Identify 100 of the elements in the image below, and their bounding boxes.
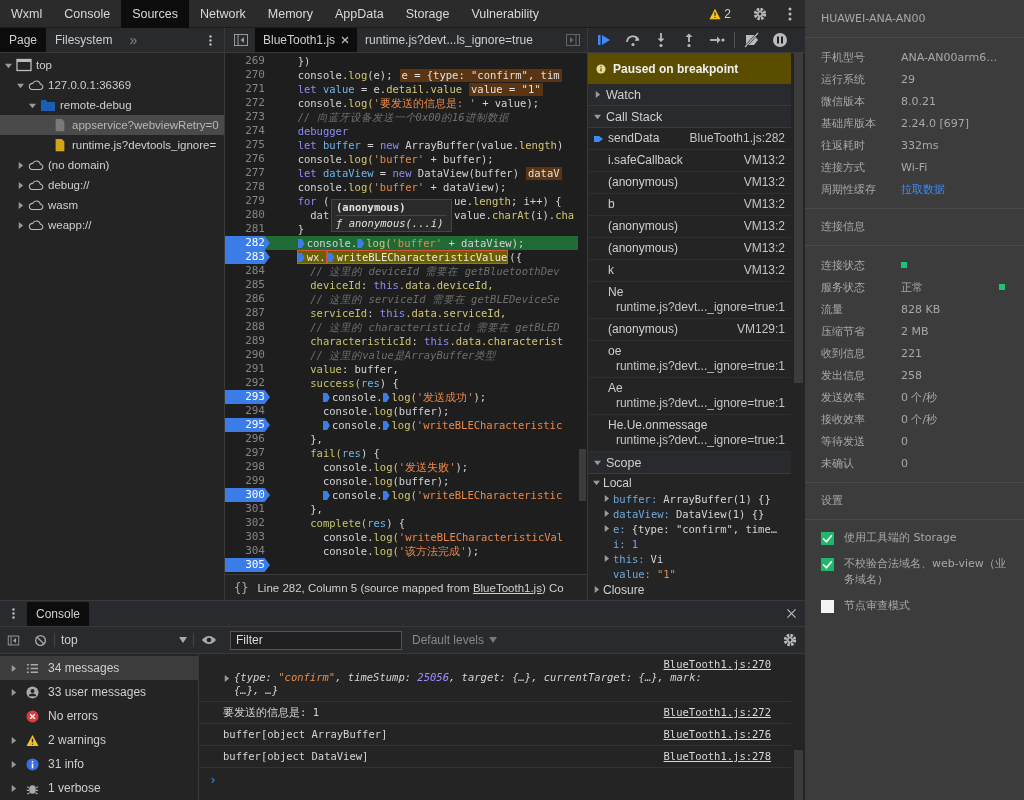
deactivate-breakpoints-icon[interactable] [743,32,761,48]
checkbox[interactable] [821,558,834,571]
file-tab[interactable]: runtime.js?devt...ls_ignore=true [357,28,541,52]
call-frame[interactable]: i.safeCallback VM13:2 [588,150,791,172]
breakpoint-marker[interactable]: 295 [225,418,270,432]
line-number[interactable]: 304 [225,544,270,558]
message-filter-item[interactable]: 33 user messages [0,680,198,704]
expand-arrow-icon[interactable] [593,479,600,486]
sidebar-toggle-icon[interactable] [7,633,20,647]
navigator-tab[interactable]: Page [0,28,47,52]
expand-arrow-icon[interactable] [10,664,17,672]
section-header[interactable]: Call Stack [588,106,791,128]
line-number[interactable]: 277 [225,166,270,180]
breakpoint-marker[interactable]: 293 [225,390,270,404]
message-filter-item[interactable]: 31 info [0,752,198,776]
line-number[interactable]: 303 [225,530,270,544]
scrollbar[interactable] [794,53,803,383]
expand-arrow-icon[interactable] [17,201,24,209]
line-number[interactable]: 297 [225,446,270,460]
panel-tab[interactable]: Console [53,0,122,28]
line-number[interactable]: 275 [225,138,270,152]
expand-arrow-icon[interactable] [17,161,24,169]
line-number[interactable]: 269 [225,54,270,68]
expand-arrow-icon[interactable] [10,784,17,792]
expand-arrow-icon[interactable] [29,101,36,109]
navigator-tab[interactable]: Filesystem [46,28,122,52]
pretty-print-button[interactable]: {} [225,580,258,595]
more-tabs-button[interactable]: » [121,32,146,48]
panel-tab[interactable]: Network [189,0,257,28]
levels-dropdown[interactable]: Default levels [412,633,498,647]
panel-tab[interactable]: AppData [324,0,395,28]
console-prompt[interactable]: › [209,772,217,787]
section-header[interactable]: Watch [588,84,791,106]
warning-count[interactable]: 2 [724,6,731,21]
tree-item[interactable]: (no domain) [0,155,224,175]
expand-arrow-icon[interactable] [594,113,601,120]
panel-tab[interactable]: Wxml [0,0,54,28]
panel-tab[interactable]: Sources [121,0,189,28]
line-number[interactable]: 278 [225,180,270,194]
expand-arrow-icon[interactable] [5,61,12,69]
file-tab[interactable]: BlueTooth1.js [255,28,358,52]
tree-item[interactable]: top [0,55,224,75]
expand-arrow-icon[interactable] [10,688,17,696]
breakpoint-marker[interactable]: 300 [225,488,270,502]
drawer-tab[interactable]: Console [27,601,90,626]
expand-arrow-icon[interactable] [594,91,601,98]
line-number[interactable]: 302 [225,516,270,530]
line-number[interactable]: 285 [225,278,270,292]
line-number[interactable]: 273 [225,110,270,124]
toggle-navigator-icon[interactable] [233,32,249,48]
line-number[interactable]: 292 [225,376,270,390]
line-number[interactable]: 288 [225,320,270,334]
panel-tab[interactable]: Storage [394,0,461,28]
scope-group[interactable]: Local [588,474,632,491]
expand-arrow-icon[interactable] [603,495,610,502]
source-link[interactable]: BlueTooth1.js:276 [663,728,771,741]
expand-arrow-icon[interactable] [603,525,610,532]
breakpoint-marker[interactable]: 283 [225,250,270,264]
line-number[interactable]: 287 [225,306,270,320]
line-number[interactable]: 279 [225,194,270,208]
expand-arrow-icon[interactable] [603,510,610,517]
close-icon[interactable] [341,36,350,44]
line-number[interactable]: 301 [225,502,270,516]
settings-icon[interactable] [752,5,768,22]
line-number[interactable]: 281 [225,222,270,236]
line-number[interactable]: 299 [225,474,270,488]
expand-arrow-icon[interactable] [10,760,17,768]
source-link[interactable]: BlueTooth1.js [472,581,542,594]
clear-console-icon[interactable] [34,633,47,647]
line-number[interactable]: 270 [225,68,270,82]
call-frame[interactable]: (anonymous) VM13:2 [588,238,791,260]
message-filter-item[interactable]: 2 warnings [0,728,198,752]
call-frame[interactable]: k VM13:2 [588,260,791,282]
line-number[interactable]: 289 [225,334,270,348]
call-frame[interactable]: oe runtime.js?devt..._ignore=true:1 [588,341,791,378]
message-filter-item[interactable]: 1 verbose [0,776,198,800]
tree-item[interactable]: remote-debug [0,95,224,115]
line-number[interactable]: 271 [225,82,270,96]
expand-arrow-icon[interactable] [593,586,600,593]
tree-item[interactable]: appservice?webviewRetry=0 [0,115,224,135]
breakpoint-marker[interactable]: 305 [225,558,270,572]
source-link[interactable]: BlueTooth1.js:272 [663,706,771,719]
step-over-icon[interactable] [624,32,642,48]
call-frame[interactable]: (anonymous) VM13:2 [588,172,791,194]
source-link[interactable]: BlueTooth1.js:278 [663,750,771,763]
checkbox[interactable] [821,532,834,545]
call-frame[interactable]: Ae runtime.js?devt..._ignore=true:1 [588,378,791,415]
panel-tab[interactable]: Memory [256,0,324,28]
panel-tab[interactable]: Vulnerability [460,0,551,28]
line-number[interactable]: 294 [225,404,270,418]
tree-item[interactable]: debug:// [0,175,224,195]
call-frame[interactable]: (anonymous) VM129:1 [588,319,791,341]
line-number[interactable]: 291 [225,362,270,376]
checkbox[interactable] [821,600,834,613]
line-number[interactable]: 298 [225,460,270,474]
tree-item[interactable]: wasm [0,195,224,215]
expand-arrow-icon[interactable] [223,675,230,682]
expand-arrow-icon[interactable] [10,736,17,744]
expand-arrow-icon[interactable] [17,221,24,229]
call-frame[interactable]: Ne runtime.js?devt..._ignore=true:1 [588,282,791,319]
